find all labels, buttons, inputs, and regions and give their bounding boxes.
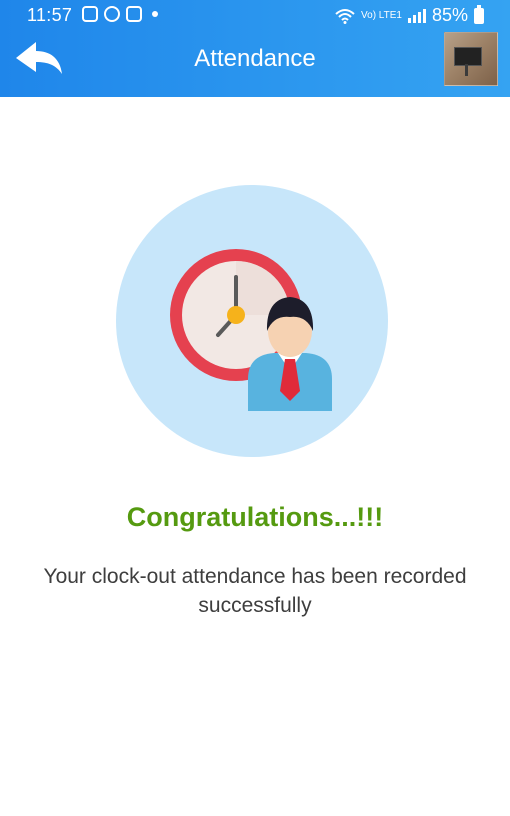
success-message: Your clock-out attendance has been recor…: [43, 565, 467, 617]
app-notification-icon: [104, 6, 120, 22]
clock-employee-icon: [116, 185, 388, 457]
network-label: Vo) LTE1: [361, 9, 402, 21]
status-time: 11:57: [27, 5, 73, 25]
notification-icon: [82, 6, 98, 22]
battery-icon: [474, 4, 484, 24]
signal-icon: [407, 8, 426, 23]
clock-employee-illustration: [116, 185, 388, 457]
page-title: Attendance: [194, 45, 316, 72]
status-right: Vo) LTE1 85%: [335, 4, 484, 26]
status-bar: 11:57 Vo) LTE1 85%: [0, 0, 510, 30]
app-header: 11:57 Vo) LTE1 85% Attendance: [0, 0, 510, 97]
success-heading: Congratulations...!!!: [126, 502, 384, 532]
message-notification-icon: [126, 6, 142, 22]
battery-percent: 85%: [431, 5, 468, 25]
profile-avatar[interactable]: [444, 32, 498, 86]
more-notifications-dot: [152, 11, 158, 17]
avatar-photo-detail: [454, 47, 482, 66]
notification-icons: [82, 6, 158, 22]
wifi-icon: [335, 8, 355, 24]
